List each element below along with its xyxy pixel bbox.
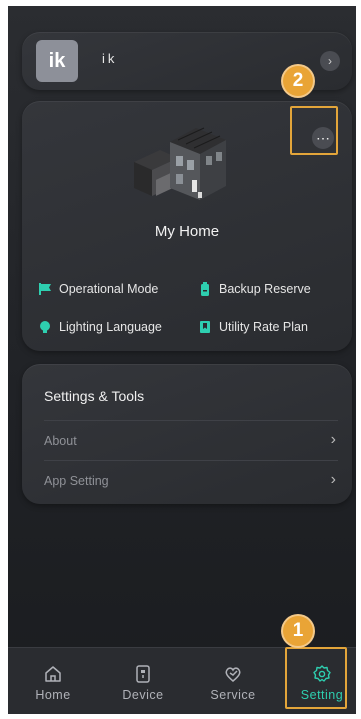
nav-label: Device (122, 688, 164, 702)
feature-utility-rate-plan[interactable]: Utility Rate Plan (198, 320, 308, 334)
settings-tools-card: Settings & Tools About › App Setting › (22, 364, 352, 504)
user-name: ik (102, 51, 118, 66)
chevron-right-icon[interactable]: › (320, 51, 340, 71)
feature-label: Lighting Language (59, 320, 162, 334)
chevron-right-icon: › (330, 471, 336, 488)
app-setting-row[interactable]: App Setting › (22, 460, 352, 500)
feature-backup-reserve[interactable]: Backup Reserve (198, 282, 311, 296)
feature-label: Operational Mode (59, 282, 159, 296)
nav-label: Service (210, 688, 256, 702)
feature-operational-mode[interactable]: Operational Mode (38, 282, 158, 296)
service-icon (225, 667, 241, 682)
about-label: About (44, 434, 77, 448)
bookmark-icon (198, 320, 212, 334)
nav-label: Home (35, 688, 71, 702)
device-icon (136, 665, 150, 683)
step-badge-2: 2 (283, 66, 313, 96)
about-row[interactable]: About › (22, 420, 352, 460)
app-setting-label: App Setting (44, 474, 109, 488)
step-badge-1: 1 (283, 616, 313, 646)
house-illustration (134, 127, 226, 200)
settings-title: Settings & Tools (44, 388, 145, 404)
home-title: My Home (154, 223, 220, 240)
lightbulb-icon (38, 320, 52, 334)
feature-label: Utility Rate Plan (219, 320, 308, 334)
highlight-setting-tab (285, 647, 347, 709)
highlight-more-button (290, 106, 338, 155)
home-icon (45, 666, 61, 682)
feature-label: Backup Reserve (219, 282, 311, 296)
avatar: ik (36, 40, 78, 82)
nav-home[interactable]: Home (22, 654, 84, 714)
battery-icon (198, 282, 212, 296)
feature-lighting-language[interactable]: Lighting Language (38, 320, 162, 334)
nav-device[interactable]: Device (112, 654, 174, 714)
nav-service[interactable]: Service (202, 654, 264, 714)
chevron-right-icon: › (330, 431, 336, 448)
flag-icon (38, 282, 52, 296)
